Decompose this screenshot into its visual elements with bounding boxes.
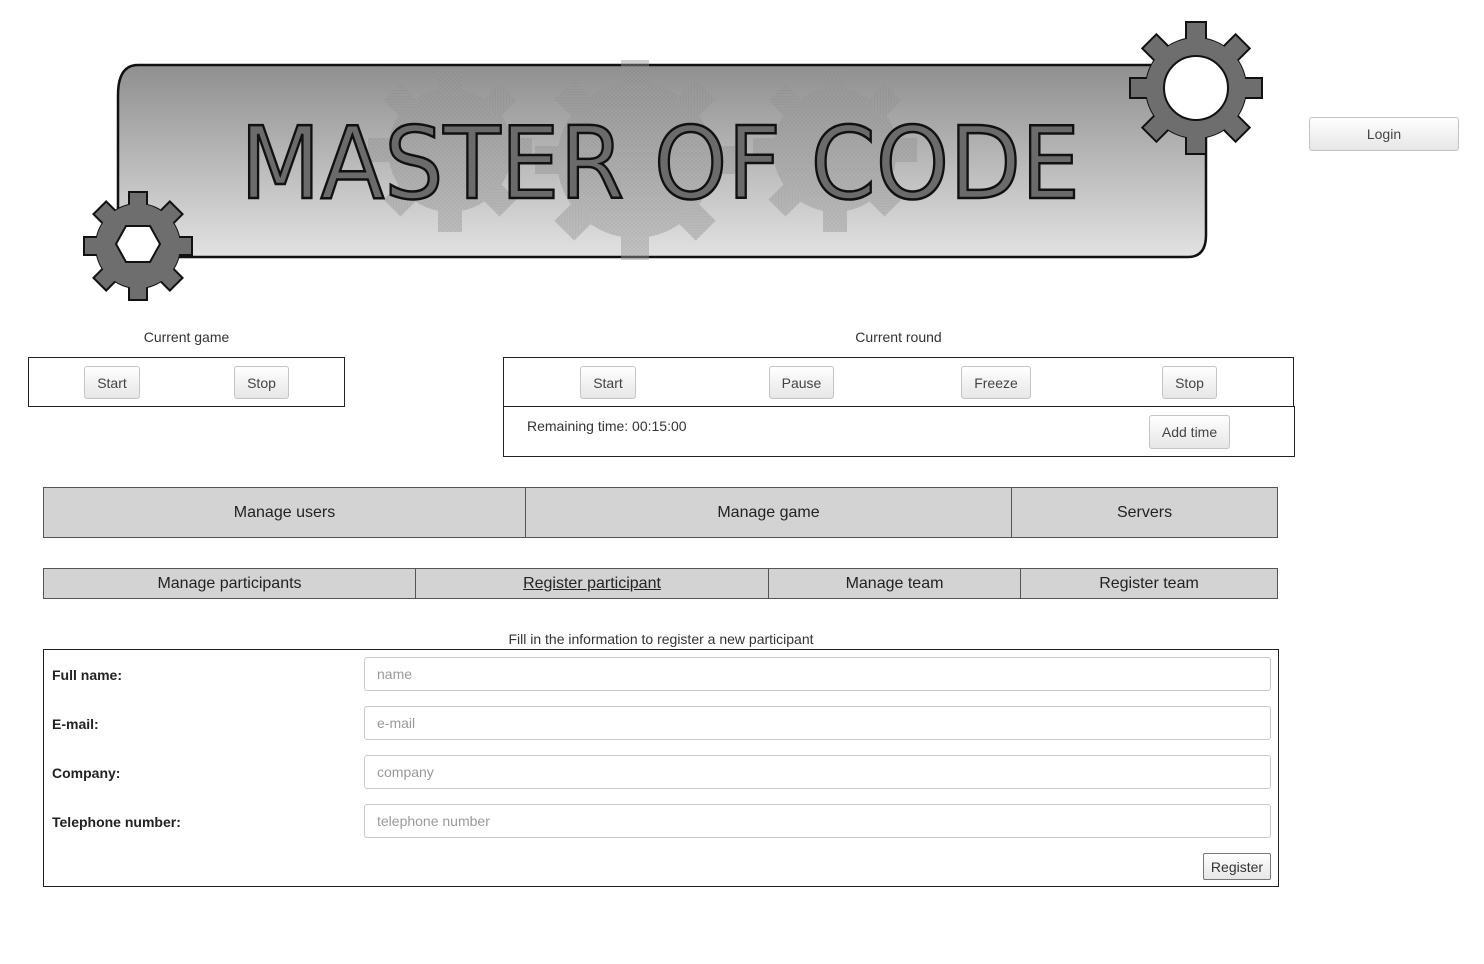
subnav-manage-team[interactable]: Manage team: [769, 569, 1021, 598]
telephone-input[interactable]: [364, 804, 1271, 838]
banner-title: MASTER OF CODE: [240, 105, 1080, 222]
nav-manage-game[interactable]: Manage game: [526, 488, 1012, 537]
gear-icon: [1129, 21, 1263, 155]
current-game-title: Current game: [143, 329, 230, 345]
subnav-register-team[interactable]: Register team: [1021, 569, 1277, 598]
gear-icon: [83, 191, 193, 301]
round-freeze-button[interactable]: Freeze: [961, 366, 1031, 399]
full-name-label: Full name:: [52, 667, 123, 683]
game-stop-button[interactable]: Stop: [234, 366, 289, 399]
remaining-time-panel: Remaining time: 00:15:00 Add time: [503, 406, 1295, 457]
email-label: E-mail:: [52, 716, 99, 732]
full-name-input[interactable]: [364, 657, 1271, 691]
subnav-register-participant[interactable]: Register participant: [416, 569, 769, 598]
current-round-title: Current round: [855, 329, 942, 345]
current-game-panel: Start Stop: [28, 357, 345, 407]
round-stop-button[interactable]: Stop: [1162, 366, 1217, 399]
sub-nav: Manage participants Register participant…: [43, 568, 1278, 599]
company-label: Company:: [52, 765, 121, 781]
game-start-button[interactable]: Start: [84, 366, 140, 399]
subnav-manage-participants[interactable]: Manage participants: [44, 569, 416, 598]
register-participant-form: Full name: E-mail: Company: Telephone nu…: [43, 649, 1279, 887]
email-input[interactable]: [364, 706, 1271, 740]
add-time-button[interactable]: Add time: [1149, 415, 1230, 449]
login-button[interactable]: Login: [1309, 117, 1459, 151]
master-of-code-banner: MASTER OF CODE: [83, 21, 1263, 301]
remaining-time-text: Remaining time: 00:15:00: [527, 418, 687, 434]
nav-manage-users[interactable]: Manage users: [44, 488, 526, 537]
company-input[interactable]: [364, 755, 1271, 789]
register-button[interactable]: Register: [1203, 853, 1271, 880]
nav-servers[interactable]: Servers: [1012, 488, 1277, 537]
round-start-button[interactable]: Start: [580, 366, 636, 399]
main-nav: Manage users Manage game Servers: [43, 487, 1278, 538]
round-pause-button[interactable]: Pause: [769, 366, 834, 399]
current-round-controls: Start Pause Freeze Stop: [503, 357, 1294, 407]
telephone-label: Telephone number:: [52, 814, 181, 830]
form-caption: Fill in the information to register a ne…: [508, 631, 814, 647]
